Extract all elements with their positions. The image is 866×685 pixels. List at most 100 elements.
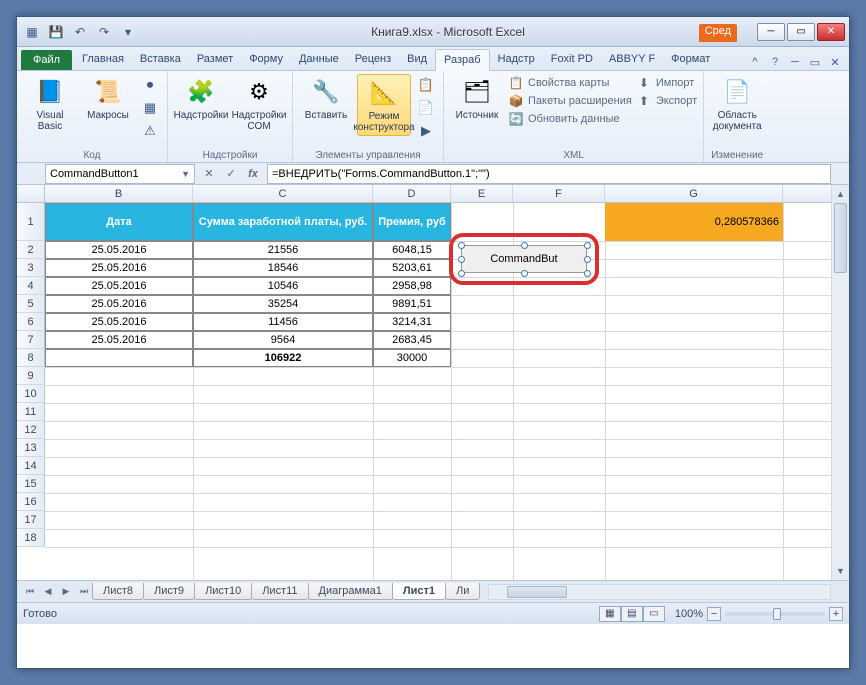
sheet-tab-Диаграмма1[interactable]: Диаграмма1 [308,583,393,600]
worksheet-grid[interactable]: BCDEFG 123456789101112131415161718 ДатаС… [17,185,849,580]
excel-icon[interactable]: ▦ [21,21,43,43]
refresh-data-button[interactable]: 🔄Обновить данные [508,110,632,128]
selection-handle[interactable] [458,256,465,263]
sheet-nav-next-icon[interactable]: ▶ [57,584,75,600]
ribbon-tab-вставка[interactable]: Вставка [132,49,189,70]
column-header-C[interactable]: C [193,185,373,202]
ribbon-tab-разраб[interactable]: Разраб [435,49,490,71]
selection-handle[interactable] [458,270,465,277]
row-header-13[interactable]: 13 [17,439,45,457]
row-header-9[interactable]: 9 [17,367,45,385]
fx-icon[interactable]: fx [243,165,263,183]
vertical-scrollbar[interactable]: ▲ ▼ [831,185,849,580]
cancel-formula-icon[interactable]: ✕ [199,165,219,183]
export-button[interactable]: ⬆Экспорт [636,92,697,110]
macro-security-icon[interactable]: ⚠ [139,120,161,142]
properties-icon[interactable]: 📋 [415,74,437,96]
ribbon-tab-главная[interactable]: Главная [74,49,132,70]
column-header-D[interactable]: D [373,185,451,202]
sheet-tab-Лист10[interactable]: Лист10 [194,583,252,600]
minimize-button[interactable]: ─ [757,23,785,41]
workbook-close-icon[interactable]: ✕ [827,54,843,70]
ribbon-tab-форму[interactable]: Форму [241,49,291,70]
sheet-tab-Лист9[interactable]: Лист9 [143,583,195,600]
hscroll-thumb[interactable] [507,586,567,598]
cells-area[interactable]: ДатаСумма заработной платы, руб.Премия, … [45,203,831,580]
page-break-view-icon[interactable]: ▭ [643,606,665,622]
selection-handle[interactable] [584,270,591,277]
redo-icon[interactable]: ↷ [93,21,115,43]
accept-formula-icon[interactable]: ✓ [221,165,241,183]
row-header-14[interactable]: 14 [17,457,45,475]
close-button[interactable]: ✕ [817,23,845,41]
row-header-6[interactable]: 6 [17,313,45,331]
macros-button[interactable]: 📜Макросы [81,74,135,123]
command-button-control[interactable]: CommandBut [461,245,587,273]
zoom-in-button[interactable]: + [829,607,843,621]
record-macro-icon[interactable]: ⏺ [139,74,161,96]
row-header-15[interactable]: 15 [17,475,45,493]
row-header-18[interactable]: 18 [17,529,45,547]
workbook-minimize-icon[interactable]: ─ [787,54,803,70]
sheet-tab-Лист1[interactable]: Лист1 [392,583,446,600]
zoom-out-button[interactable]: − [707,607,721,621]
column-header-E[interactable]: E [451,185,513,202]
insert-control-button[interactable]: 🔧Вставить [299,74,353,123]
selection-handle[interactable] [584,256,591,263]
save-icon[interactable]: 💾 [45,21,67,43]
column-header-B[interactable]: B [45,185,193,202]
com-addins-button[interactable]: ⚙Надстройки COM [232,74,286,134]
view-code-icon[interactable]: 📄 [415,97,437,119]
relative-ref-icon[interactable]: ▦ [139,97,161,119]
vscroll-thumb[interactable] [834,203,847,273]
page-layout-view-icon[interactable]: ▤ [621,606,643,622]
sheet-tab-Лист8[interactable]: Лист8 [92,583,144,600]
design-mode-button[interactable]: 📐Режим конструктора [357,74,411,136]
row-header-4[interactable]: 4 [17,277,45,295]
column-header-F[interactable]: F [513,185,605,202]
qat-dropdown-icon[interactable]: ▾ [117,21,139,43]
help-icon[interactable]: ? [767,54,783,70]
normal-view-icon[interactable]: ▦ [599,606,621,622]
row-header-12[interactable]: 12 [17,421,45,439]
xml-source-button[interactable]: 🗂Источник [450,74,504,123]
row-header-3[interactable]: 3 [17,259,45,277]
import-button[interactable]: ⬇Импорт [636,74,697,92]
ribbon-tab-abbyy f[interactable]: ABBYY F [601,49,663,70]
maximize-button[interactable]: ▭ [787,23,815,41]
ribbon-tab-реценз[interactable]: Реценз [347,49,399,70]
undo-icon[interactable]: ↶ [69,21,91,43]
scroll-up-icon[interactable]: ▲ [832,185,849,203]
ribbon-tab-формат[interactable]: Формат [663,49,718,70]
sheet-nav-first-icon[interactable]: ⏮ [21,584,39,600]
workbook-restore-icon[interactable]: ▭ [807,54,823,70]
file-tab[interactable]: Файл [21,50,72,70]
name-box[interactable]: CommandButton1▼ [45,164,195,184]
ribbon-tab-данные[interactable]: Данные [291,49,347,70]
sheet-tab-Лист11[interactable]: Лист11 [251,583,308,600]
sheet-tab-Ли[interactable]: Ли [445,583,480,600]
formula-bar[interactable]: =ВНЕДРИТЬ("Forms.CommandButton.1";"") [267,164,831,184]
visual-basic-button[interactable]: 📘Visual Basic [23,74,77,134]
row-header-16[interactable]: 16 [17,493,45,511]
zoom-slider[interactable] [725,612,825,616]
row-header-17[interactable]: 17 [17,511,45,529]
row-header-1[interactable]: 1 [17,203,45,241]
row-header-10[interactable]: 10 [17,385,45,403]
namebox-dropdown-icon[interactable]: ▼ [181,169,190,179]
selection-handle[interactable] [521,242,528,249]
selection-handle[interactable] [521,270,528,277]
column-header-G[interactable]: G [605,185,783,202]
row-header-8[interactable]: 8 [17,349,45,367]
sheet-nav-prev-icon[interactable]: ◀ [39,584,57,600]
minimize-ribbon-icon[interactable]: ^ [747,54,763,70]
map-properties-button[interactable]: 📋Свойства карты [508,74,632,92]
sheet-nav-last-icon[interactable]: ⏭ [75,584,93,600]
ribbon-tab-размет[interactable]: Размет [189,49,241,70]
row-header-11[interactable]: 11 [17,403,45,421]
ribbon-tab-foxit pd[interactable]: Foxit PD [543,49,601,70]
zoom-thumb[interactable] [773,608,781,620]
document-panel-button[interactable]: 📄Область документа [710,74,764,134]
row-header-7[interactable]: 7 [17,331,45,349]
row-header-2[interactable]: 2 [17,241,45,259]
